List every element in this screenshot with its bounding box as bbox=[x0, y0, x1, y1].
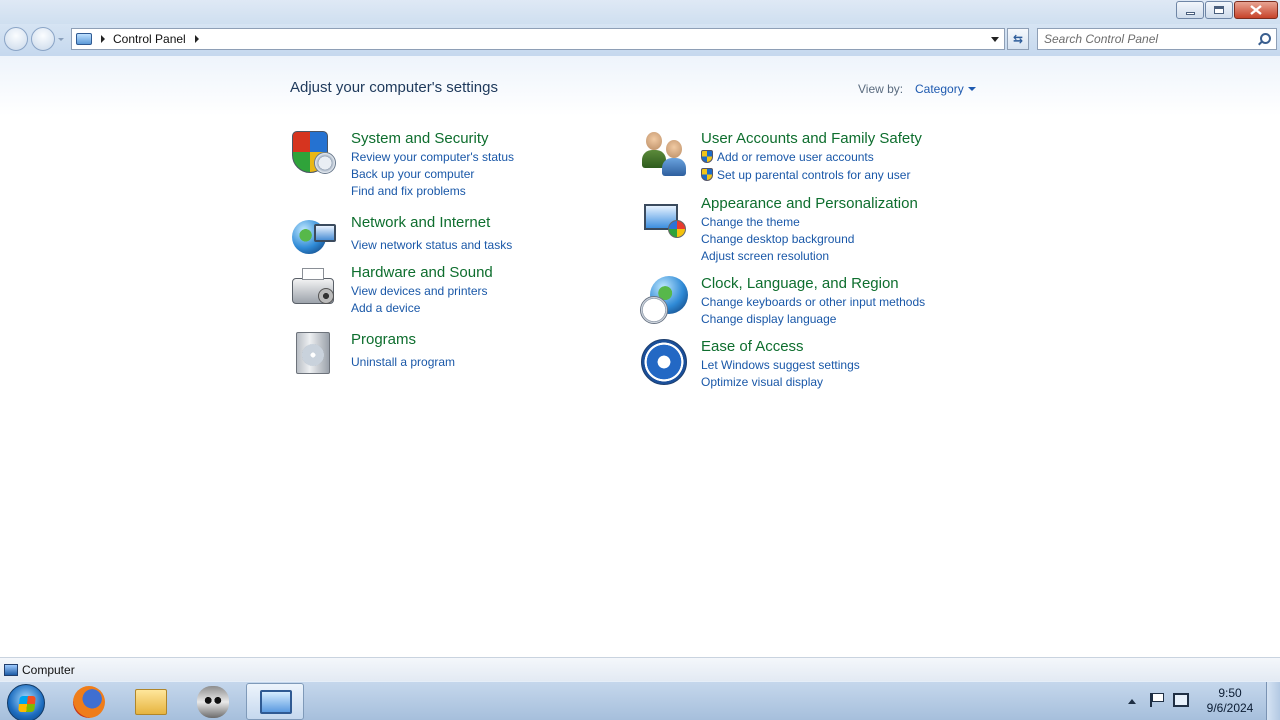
clock-time: 9:50 bbox=[1218, 686, 1242, 700]
category-title-ease-of-access[interactable]: Ease of Access bbox=[701, 338, 804, 355]
link-add-device[interactable]: Add a device bbox=[351, 301, 420, 315]
navigation-bar: Control Panel ⇆ bbox=[0, 24, 1280, 56]
link-optimize-visual[interactable]: Optimize visual display bbox=[701, 375, 823, 389]
link-back-up[interactable]: Back up your computer bbox=[351, 167, 474, 181]
appearance-icon[interactable] bbox=[640, 198, 688, 246]
link-find-fix[interactable]: Find and fix problems bbox=[351, 184, 466, 198]
restore-button[interactable] bbox=[1205, 1, 1233, 19]
search-box[interactable] bbox=[1037, 28, 1277, 50]
search-input[interactable] bbox=[1044, 30, 1256, 48]
printer-icon[interactable] bbox=[290, 264, 338, 312]
link-parental-controls-label: Set up parental controls for any user bbox=[717, 168, 911, 182]
action-center-flag-icon[interactable] bbox=[1150, 693, 1164, 707]
category-title-appearance[interactable]: Appearance and Personalization bbox=[701, 195, 918, 212]
breadcrumb-control-panel[interactable]: Control Panel bbox=[113, 32, 186, 46]
refresh-icon: ⇆ bbox=[1012, 32, 1024, 46]
ease-circle-shape bbox=[641, 339, 687, 385]
palette-shape bbox=[668, 220, 686, 238]
computer-icon bbox=[4, 663, 18, 676]
link-add-remove-accounts[interactable]: Add or remove user accounts bbox=[701, 150, 874, 164]
shield-icon[interactable] bbox=[290, 130, 338, 178]
link-devices-printers[interactable]: View devices and printers bbox=[351, 284, 488, 298]
network-tray-icon[interactable] bbox=[1173, 693, 1189, 707]
close-icon bbox=[1250, 5, 1262, 15]
status-bar: Computer bbox=[0, 657, 1280, 681]
firefox-icon bbox=[73, 686, 105, 718]
user-head-shape bbox=[666, 140, 682, 158]
breadcrumb-arrow-icon[interactable] bbox=[194, 35, 199, 43]
content-area: Adjust your computer's settings View by:… bbox=[0, 56, 1280, 657]
recent-pages-dropdown[interactable] bbox=[58, 38, 64, 41]
clock-date: 9/6/2024 bbox=[1206, 701, 1254, 715]
link-review-status[interactable]: Review your computer's status bbox=[351, 150, 514, 164]
monitor-shape bbox=[314, 224, 336, 242]
show-desktop-button[interactable] bbox=[1266, 682, 1280, 720]
category-title-user-accounts[interactable]: User Accounts and Family Safety bbox=[701, 130, 922, 147]
category-title-system-security[interactable]: System and Security bbox=[351, 130, 489, 147]
programs-icon[interactable] bbox=[290, 330, 338, 378]
folder-icon bbox=[135, 689, 167, 715]
taskbar-control-panel[interactable] bbox=[246, 683, 304, 720]
windows-logo-icon bbox=[18, 696, 36, 712]
taskbar-firefox[interactable] bbox=[60, 683, 118, 720]
start-button[interactable] bbox=[7, 684, 45, 720]
forward-button[interactable] bbox=[31, 27, 55, 51]
link-desktop-background[interactable]: Change desktop background bbox=[701, 232, 854, 246]
clock-face-shape bbox=[640, 296, 668, 324]
window-controls bbox=[1175, 1, 1278, 19]
breadcrumb-arrow-icon[interactable] bbox=[101, 35, 105, 43]
category-title-hardware-sound[interactable]: Hardware and Sound bbox=[351, 264, 493, 281]
disc-shape bbox=[302, 344, 324, 366]
link-display-language[interactable]: Change display language bbox=[701, 312, 836, 326]
user-head-shape bbox=[646, 132, 662, 150]
link-windows-suggest[interactable]: Let Windows suggest settings bbox=[701, 358, 860, 372]
category-title-clock-language[interactable]: Clock, Language, and Region bbox=[701, 275, 899, 292]
speaker-shape bbox=[318, 288, 334, 304]
view-by-label: View by: bbox=[858, 82, 904, 96]
network-globe-icon[interactable] bbox=[290, 214, 338, 262]
gauge-shape bbox=[314, 152, 336, 174]
taskbar-explorer[interactable] bbox=[122, 683, 180, 720]
address-bar[interactable]: Control Panel bbox=[71, 28, 1005, 50]
minimize-button[interactable] bbox=[1176, 1, 1204, 19]
raccoon-icon bbox=[197, 686, 229, 718]
title-bar bbox=[0, 0, 1280, 24]
address-dropdown-icon[interactable] bbox=[991, 37, 999, 42]
category-title-network-internet[interactable]: Network and Internet bbox=[351, 214, 490, 231]
link-network-status[interactable]: View network status and tasks bbox=[351, 238, 512, 252]
view-by-dropdown[interactable]: Category bbox=[915, 82, 964, 96]
uac-shield-icon bbox=[701, 150, 713, 163]
status-text: Computer bbox=[22, 662, 75, 677]
restore-icon bbox=[1214, 6, 1224, 14]
refresh-button[interactable]: ⇆ bbox=[1007, 28, 1029, 50]
link-uninstall-program[interactable]: Uninstall a program bbox=[351, 355, 455, 369]
tray-clock[interactable]: 9:50 9/6/2024 bbox=[1200, 686, 1260, 716]
printer-paper-shape bbox=[302, 268, 324, 280]
clock-globe-icon[interactable] bbox=[640, 274, 688, 324]
category-title-programs[interactable]: Programs bbox=[351, 331, 416, 348]
uac-shield-icon bbox=[701, 168, 713, 181]
back-button[interactable] bbox=[4, 27, 28, 51]
user-body-shape bbox=[662, 158, 686, 176]
link-add-remove-accounts-label: Add or remove user accounts bbox=[717, 150, 874, 164]
ease-of-access-icon[interactable] bbox=[640, 338, 688, 386]
page-title: Adjust your computer's settings bbox=[290, 79, 498, 96]
close-button[interactable] bbox=[1234, 1, 1278, 19]
link-screen-resolution[interactable]: Adjust screen resolution bbox=[701, 249, 829, 263]
link-change-keyboards[interactable]: Change keyboards or other input methods bbox=[701, 295, 925, 309]
search-icon[interactable] bbox=[1256, 31, 1272, 47]
minimize-icon bbox=[1185, 11, 1195, 15]
taskbar: 9:50 9/6/2024 bbox=[0, 681, 1280, 720]
show-hidden-icons-icon[interactable] bbox=[1128, 699, 1136, 704]
control-panel-icon bbox=[260, 690, 292, 714]
users-icon[interactable] bbox=[640, 130, 688, 178]
taskbar-app[interactable] bbox=[184, 683, 242, 720]
link-change-theme[interactable]: Change the theme bbox=[701, 215, 800, 229]
control-panel-icon bbox=[76, 33, 92, 45]
link-parental-controls[interactable]: Set up parental controls for any user bbox=[701, 168, 910, 182]
chevron-down-icon[interactable] bbox=[968, 87, 976, 91]
